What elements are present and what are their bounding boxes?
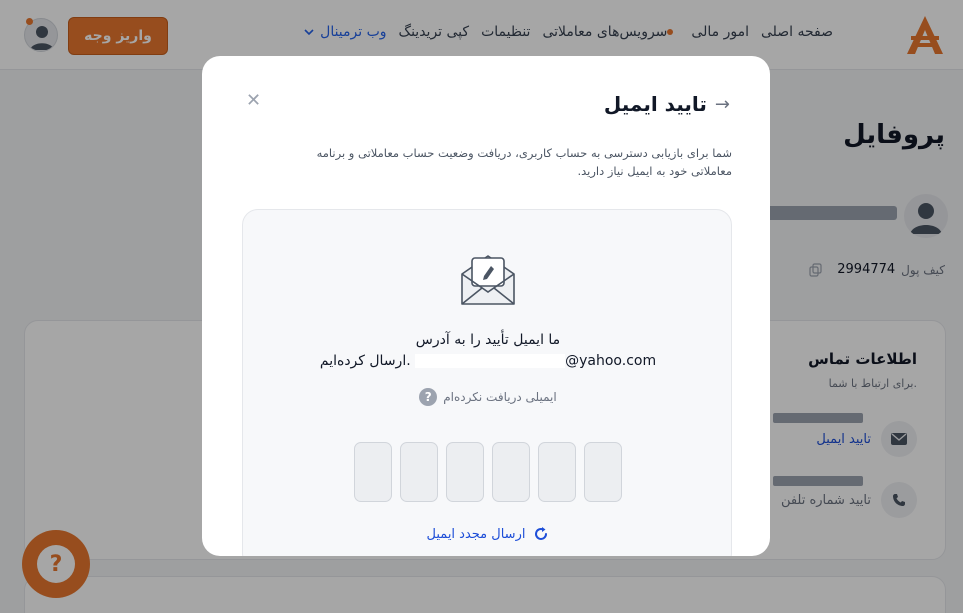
otp-digit-input[interactable] — [584, 442, 622, 502]
envelope-icon — [461, 255, 515, 305]
otp-digit-input[interactable] — [354, 442, 392, 502]
email-domain: @yahoo.com — [565, 353, 657, 369]
arrow-right-icon[interactable]: → — [715, 94, 730, 115]
otp-digit-input[interactable] — [538, 442, 576, 502]
sent-message: ما ایمیل تأیید را به آدرس — [415, 332, 561, 348]
email-verification-modal: ✕ → تایید ایمیل شما برای بازیابی دسترسی … — [202, 56, 770, 556]
refresh-icon — [535, 527, 548, 540]
modal-description: شما برای بازیابی دسترسی به حساب کاربری، … — [316, 146, 732, 178]
otp-digit-input[interactable] — [446, 442, 484, 502]
not-received-help[interactable]: ایمیلی دریافت نکرده‌ام ? — [243, 388, 733, 406]
verification-card: ما ایمیل تأیید را به آدرس ارسال کرده‌ایم… — [242, 209, 732, 556]
modal-title: تایید ایمیل — [603, 92, 707, 116]
otp-digit-input[interactable] — [492, 442, 530, 502]
question-icon: ? — [419, 388, 438, 406]
otp-digit-input[interactable] — [400, 442, 438, 502]
sent-address-line: ارسال کرده‌ایم. @yahoo.com — [243, 353, 733, 369]
resend-label: ارسال مجدد ایمیل — [426, 526, 526, 542]
sent-suffix: ارسال کرده‌ایم. — [319, 353, 411, 369]
not-received-label: ایمیلی دریافت نکرده‌ام — [443, 390, 557, 404]
email-masked — [415, 354, 566, 368]
resend-email-button[interactable]: ارسال مجدد ایمیل — [243, 526, 733, 542]
close-icon[interactable]: ✕ — [246, 90, 261, 111]
modal-header: → تایید ایمیل — [604, 92, 730, 116]
otp-input-group — [354, 442, 622, 502]
